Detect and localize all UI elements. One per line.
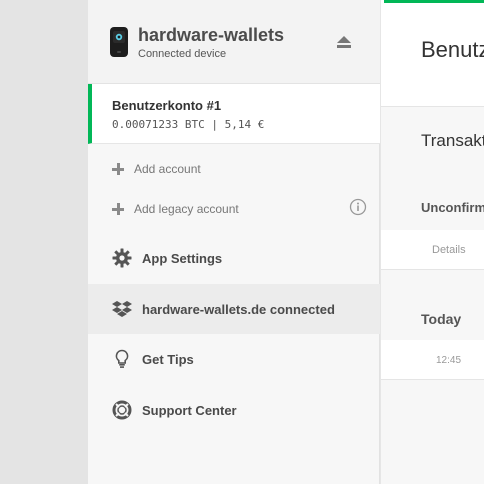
menu-support-center-label: Support Center <box>142 402 237 418</box>
transaction-time: 12:45 <box>436 355 462 366</box>
sidebar: hardware-wallets Connected device Benutz… <box>88 0 380 484</box>
menu-get-tips-label: Get Tips <box>142 351 194 367</box>
lightbulb-icon <box>111 348 133 370</box>
transactions-heading: Transakt <box>421 131 484 150</box>
page-title: Benutz <box>421 37 484 62</box>
eject-icon[interactable] <box>336 35 352 49</box>
add-account-button[interactable]: Add account <box>112 159 201 179</box>
menu-app-settings[interactable]: App Settings <box>88 233 380 283</box>
active-tab-indicator <box>384 0 484 3</box>
menu-support-center[interactable]: Support Center <box>88 385 380 435</box>
transaction-row[interactable] <box>381 340 484 380</box>
account-item[interactable]: Benutzerkonto #1 0.00071233 BTC | 5,14 € <box>88 84 380 144</box>
menu-get-tips[interactable]: Get Tips <box>88 334 380 384</box>
details-link[interactable]: Details <box>432 244 466 256</box>
transactions-area <box>381 107 484 484</box>
today-heading: Today <box>421 311 462 327</box>
device-header[interactable]: hardware-wallets Connected device <box>88 0 380 84</box>
lifebuoy-icon <box>111 399 133 421</box>
gear-icon <box>111 247 133 269</box>
trezor-device-icon <box>110 27 128 57</box>
menu-connected-label: hardware-wallets.de connected <box>142 301 335 317</box>
plus-icon <box>112 163 124 175</box>
background-strip <box>0 0 88 484</box>
account-name: Benutzerkonto #1 <box>112 98 222 113</box>
add-account-label: Add account <box>134 162 201 176</box>
add-legacy-account-label: Add legacy account <box>134 202 239 216</box>
menu-connected[interactable]: hardware-wallets.de connected <box>88 284 380 334</box>
dropbox-icon <box>111 298 133 320</box>
main-content: Benutz Transakt Unconfirm Details Today … <box>381 0 484 484</box>
info-icon[interactable] <box>349 198 367 216</box>
device-status: Connected device <box>138 48 227 60</box>
menu-app-settings-label: App Settings <box>142 250 223 266</box>
add-legacy-account-button[interactable]: Add legacy account <box>112 199 239 219</box>
unconfirmed-heading: Unconfirm <box>421 200 484 215</box>
device-name: hardware-wallets <box>138 25 285 45</box>
plus-icon <box>112 203 124 215</box>
account-balance: 0.00071233 BTC | 5,14 € <box>112 118 265 131</box>
